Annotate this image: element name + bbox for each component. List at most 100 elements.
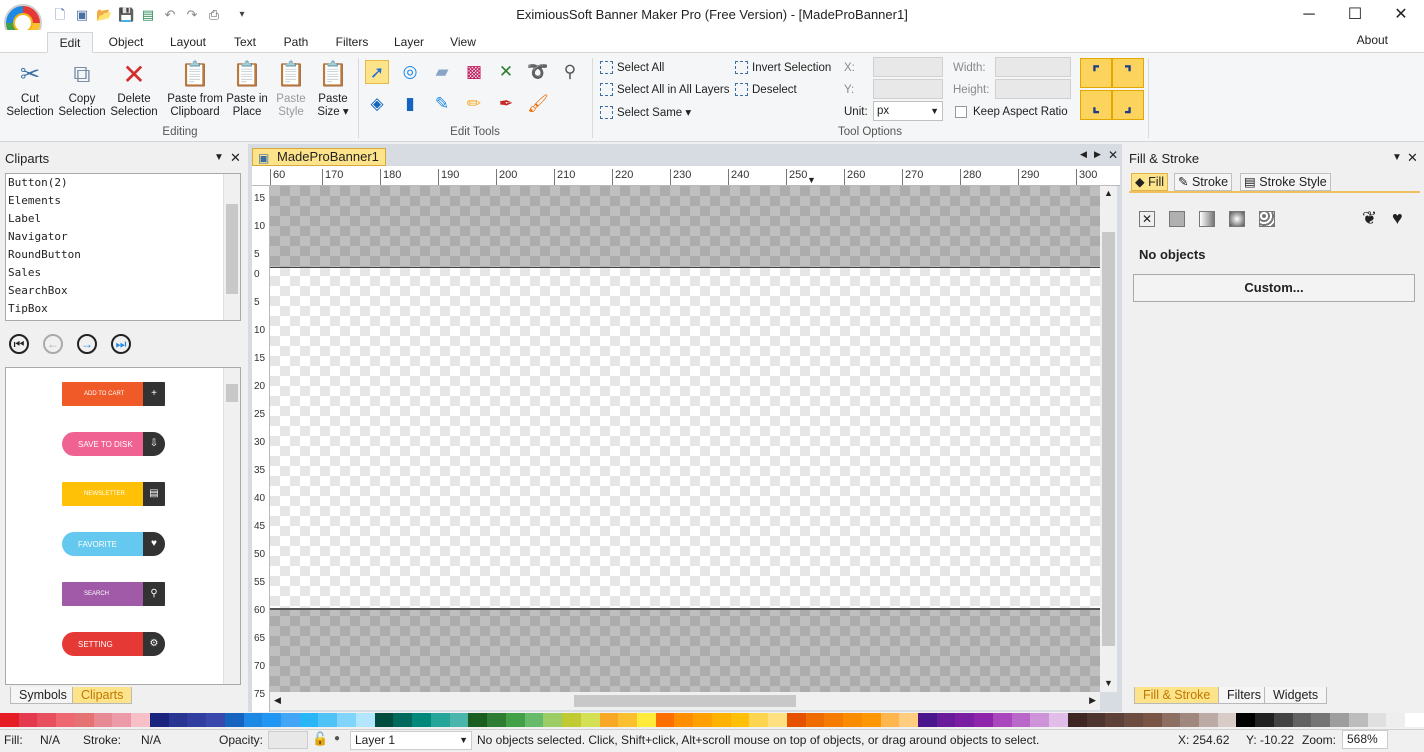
list-item[interactable]: Elements — [8, 192, 240, 210]
tab-filters[interactable]: Filters — [326, 32, 378, 53]
color-swatch[interactable] — [1236, 713, 1256, 727]
node-edit-icon[interactable]: ◎ — [398, 60, 422, 84]
color-swatch[interactable] — [374, 713, 394, 727]
y-input[interactable] — [873, 79, 943, 99]
color-swatch[interactable] — [281, 713, 300, 727]
color-swatch[interactable] — [693, 713, 712, 727]
color-swatch[interactable] — [992, 713, 1012, 727]
gradient-tool-icon[interactable]: ▩ — [462, 60, 486, 84]
color-swatch[interactable] — [618, 713, 637, 727]
color-swatch[interactable] — [168, 713, 188, 727]
tab-edit[interactable]: Edit — [47, 32, 93, 53]
color-swatch[interactable] — [805, 713, 825, 727]
list-item[interactable]: SearchBox — [8, 282, 240, 300]
color-swatch[interactable] — [505, 713, 525, 727]
align-top-left-icon[interactable]: ⌜ — [1080, 58, 1112, 88]
tab-path[interactable]: Path — [276, 32, 316, 53]
panel-menu-icon[interactable]: ▼ — [214, 152, 224, 163]
color-swatch[interactable] — [974, 713, 993, 727]
select-same-button[interactable]: Select Same ▾ — [600, 105, 691, 119]
preview-scrollbar[interactable] — [223, 368, 240, 684]
list-item[interactable]: TipBox — [8, 300, 240, 318]
previous-page-icon[interactable]: ← — [43, 334, 63, 354]
lasso-icon[interactable]: ➰ — [526, 60, 550, 84]
cliparts-category-list[interactable]: Button(2) Elements Label Navigator Round… — [5, 173, 241, 321]
last-page-icon[interactable]: ⏭ — [111, 334, 131, 354]
layer-select[interactable]: Layer 1 ▼ — [350, 731, 472, 750]
select-all-button[interactable]: Select All — [600, 61, 664, 74]
clipart-save-to-disk[interactable]: SAVE TO DISK ⇩ — [62, 432, 165, 456]
color-swatch[interactable] — [1105, 713, 1125, 727]
scroll-right-icon[interactable]: ▶ — [1089, 695, 1096, 706]
x-input[interactable] — [873, 57, 943, 77]
tab-fill[interactable]: ◆ Fill — [1131, 173, 1169, 191]
first-page-icon[interactable]: ⏮ — [9, 334, 29, 354]
paste-style-button[interactable]: 📋 Paste Style — [270, 60, 312, 119]
color-swatch[interactable] — [355, 713, 375, 727]
unit-select[interactable]: px ▼ — [873, 101, 943, 121]
zoom-icon[interactable]: ⚲ — [558, 60, 582, 84]
pencil-icon[interactable]: ✏ — [462, 92, 486, 116]
color-swatch[interactable] — [1199, 713, 1218, 727]
color-swatch[interactable] — [936, 713, 956, 727]
tab-layout[interactable]: Layout — [162, 32, 214, 53]
align-bottom-left-icon[interactable]: ⌞ — [1080, 90, 1112, 120]
list-item[interactable]: Label — [8, 210, 240, 228]
color-swatch[interactable] — [206, 713, 225, 727]
color-swatch[interactable] — [580, 713, 600, 727]
color-swatch[interactable] — [262, 713, 282, 727]
tab-stroke[interactable]: ✎ Stroke — [1174, 173, 1233, 191]
tab-scroll-right-icon[interactable]: ▶ — [1094, 149, 1101, 160]
color-swatch[interactable] — [1255, 713, 1274, 727]
scroll-up-icon[interactable]: ▲ — [1104, 188, 1113, 198]
color-swatch[interactable] — [56, 713, 75, 727]
color-swatch[interactable] — [843, 713, 862, 727]
color-swatch[interactable] — [861, 713, 881, 727]
scroll-left-icon[interactable]: ◀ — [274, 695, 281, 706]
canvas-hscroll-thumb[interactable] — [574, 695, 796, 707]
color-swatch[interactable] — [1161, 713, 1181, 727]
color-swatch[interactable] — [449, 713, 469, 727]
color-swatch[interactable] — [412, 713, 431, 727]
color-swatch[interactable] — [1011, 713, 1031, 727]
color-swatch[interactable] — [768, 713, 787, 727]
color-palette[interactable] — [0, 713, 1424, 727]
color-swatch[interactable] — [131, 713, 150, 727]
document-tab[interactable]: ▣ MadeProBanner1 — [252, 148, 386, 166]
linear-gradient-icon[interactable] — [1199, 211, 1215, 227]
align-bottom-right-icon[interactable]: ⌟ — [1112, 90, 1144, 120]
paste-size-button[interactable]: 📋 Paste Size ▾ — [312, 60, 354, 119]
paste-from-clipboard-button[interactable]: 📋 Paste from Clipboard — [164, 60, 226, 119]
color-swatch[interactable] — [487, 713, 506, 727]
tab-text[interactable]: Text — [224, 32, 266, 53]
pen-tool-icon[interactable]: ✒ — [494, 92, 518, 116]
color-swatch[interactable] — [318, 713, 338, 727]
pattern-fill-icon[interactable] — [1259, 211, 1275, 227]
paste-in-place-button[interactable]: 📋 Paste in Place — [224, 60, 270, 119]
panel-close-icon[interactable]: ✕ — [1407, 150, 1418, 166]
color-swatch[interactable] — [1292, 713, 1312, 727]
color-swatch[interactable] — [786, 713, 806, 727]
tab-widgets-bottom[interactable]: Widgets — [1264, 687, 1328, 704]
minimize-button[interactable]: ─ — [1286, 0, 1332, 30]
color-swatch[interactable] — [468, 713, 488, 727]
color-swatch[interactable] — [1217, 713, 1237, 727]
scroll-down-icon[interactable]: ▼ — [1104, 678, 1113, 688]
close-button[interactable]: ✕ — [1378, 0, 1424, 30]
list-scroll-thumb[interactable] — [226, 204, 238, 294]
select-all-layers-button[interactable]: Select All in All Layers — [600, 83, 730, 96]
spray-icon[interactable]: ▮ — [398, 92, 422, 116]
color-swatch[interactable] — [1142, 713, 1162, 727]
color-swatch[interactable] — [243, 713, 263, 727]
color-swatch[interactable] — [880, 713, 900, 727]
eraser-icon[interactable]: ▰ — [430, 60, 454, 84]
height-input[interactable] — [995, 79, 1071, 99]
color-swatch[interactable] — [1311, 713, 1331, 727]
panel-close-icon[interactable]: ✕ — [230, 150, 241, 166]
tab-scroll-left-icon[interactable]: ◀ — [1080, 149, 1087, 160]
color-swatch[interactable] — [337, 713, 356, 727]
canvas-vertical-scrollbar[interactable]: ▲ ▼ — [1100, 186, 1117, 692]
color-swatch[interactable] — [112, 713, 132, 727]
list-item[interactable]: Sales — [8, 264, 240, 282]
invert-selection-button[interactable]: Invert Selection — [735, 61, 831, 74]
